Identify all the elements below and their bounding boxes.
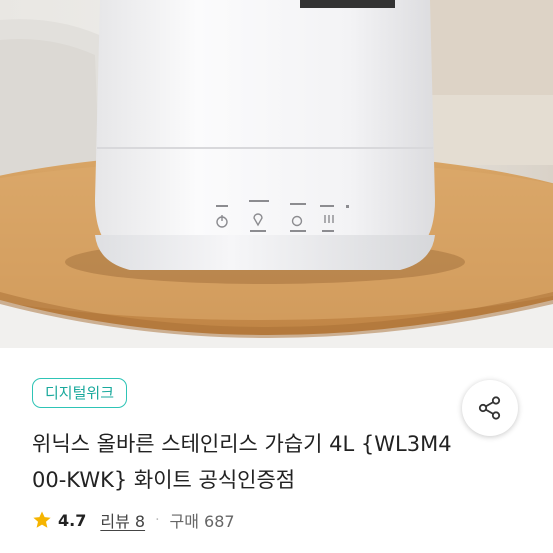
promo-badge[interactable]: 디지털위크 <box>32 378 128 408</box>
purchase-count: 구매 687 <box>169 512 235 531</box>
share-button[interactable] <box>462 380 518 436</box>
review-link[interactable]: 리뷰 8 <box>100 508 145 532</box>
product-image[interactable] <box>0 0 553 348</box>
star-icon <box>33 511 51 528</box>
product-title: 위닉스 올바른 스테인리스 가습기 4L {WL3M400-KWK} 화이트 공… <box>32 432 452 492</box>
product-meta: 4.7 리뷰 8 · 구매 687 <box>32 508 235 532</box>
meta-separator: · <box>155 512 160 528</box>
share-icon <box>478 396 501 420</box>
product-info: 디지털위크 위닉스 올바른 스테인리스 가습기 4L {WL3M400-KWK}… <box>0 348 553 553</box>
rating-value: 4.7 <box>58 510 87 530</box>
